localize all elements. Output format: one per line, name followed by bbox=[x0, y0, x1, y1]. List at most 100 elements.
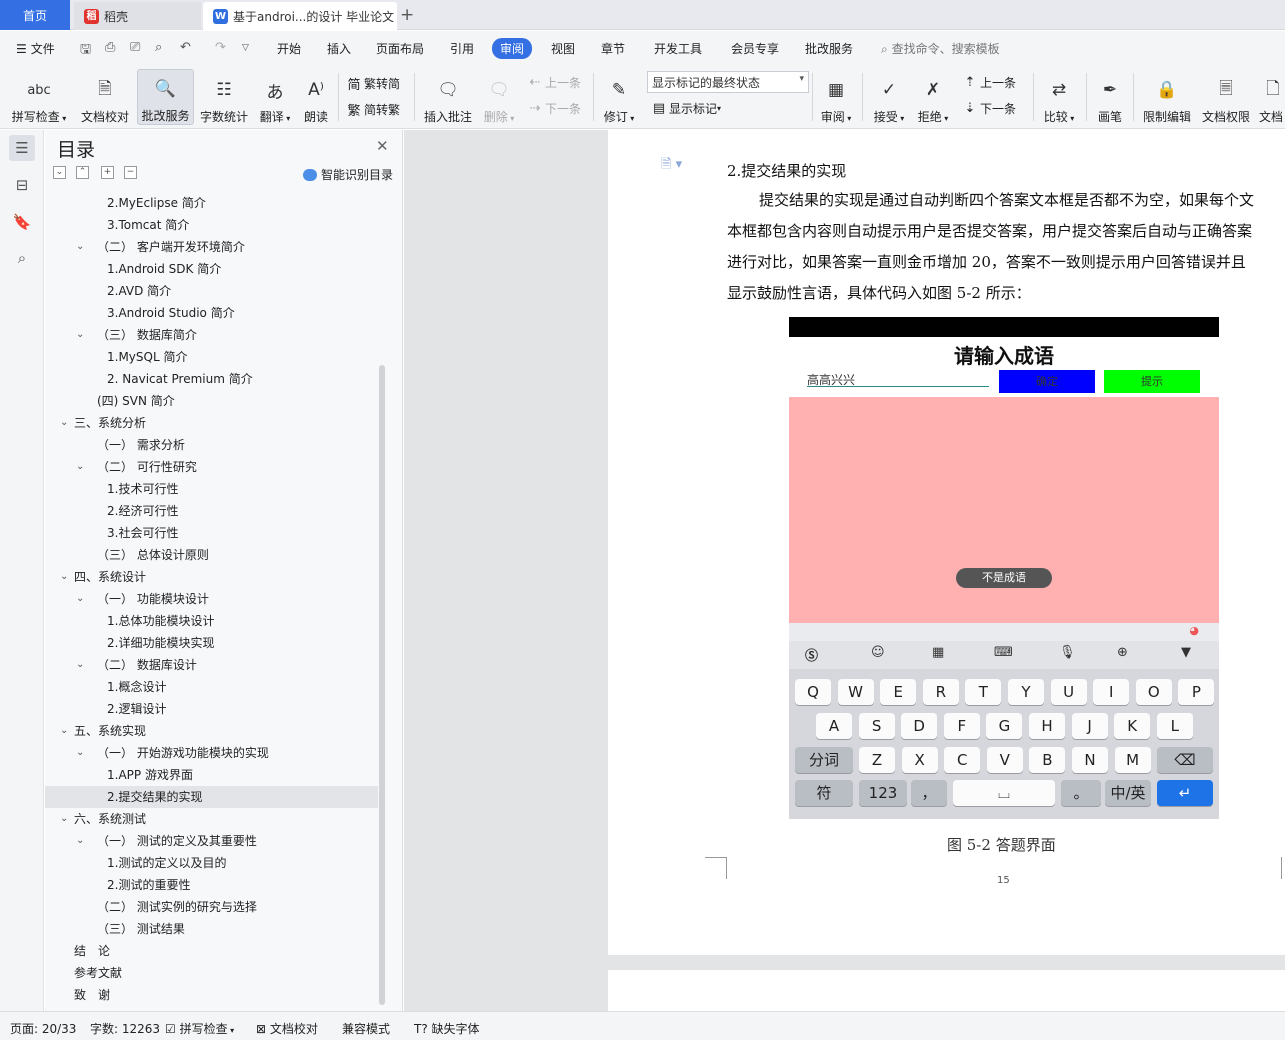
word-count-button[interactable]: ☷ 字数统计 bbox=[197, 69, 251, 125]
toc-item[interactable]: ⌄ （二） 数据库设计 bbox=[45, 654, 378, 676]
chevron-down-icon[interactable]: ⌄ bbox=[76, 236, 84, 258]
toc-item[interactable]: （三） 测试结果 bbox=[45, 918, 378, 940]
chevron-down-icon[interactable]: ⌄ bbox=[76, 588, 84, 610]
toc-item[interactable]: 3.社会可行性 bbox=[45, 522, 378, 544]
toc-item[interactable]: 致 谢 bbox=[45, 984, 378, 1006]
menu-review[interactable]: 审阅 bbox=[492, 38, 533, 59]
chapter-nav-icon[interactable]: ⊟ bbox=[9, 172, 35, 198]
chevron-down-icon[interactable]: ⌄ bbox=[60, 720, 68, 742]
next-change-button[interactable]: ⇣ 下一条 bbox=[962, 100, 1016, 117]
toc-item[interactable]: 2.测试的重要性 bbox=[45, 874, 378, 896]
toc-item[interactable]: 1.APP 游戏界面 bbox=[45, 764, 378, 786]
toc-item[interactable]: ⌄ （一） 测试的定义及其重要性 bbox=[45, 830, 378, 852]
tab-document[interactable]: W 基于androi...的设计 毕业论文 bbox=[203, 2, 397, 30]
doc-check-button[interactable]: 🗎 文档校对 bbox=[76, 69, 134, 125]
spell-check-status[interactable]: ☑ 拼写检查 ▾ bbox=[165, 1020, 234, 1037]
prev-comment-button[interactable]: ⇠ 上一条 bbox=[527, 74, 581, 91]
close-icon[interactable]: ✕ bbox=[376, 137, 389, 155]
toc-item[interactable]: ⌄ 四、系统设计 bbox=[45, 566, 378, 588]
menu-developer[interactable]: 开发工具 bbox=[654, 40, 702, 57]
toc-item[interactable]: 1.Android SDK 简介 bbox=[45, 258, 378, 280]
toc-item[interactable]: （一） 需求分析 bbox=[45, 434, 378, 456]
toc-panel-icon[interactable]: ☰ bbox=[9, 135, 35, 161]
toc-item[interactable]: (四) SVN 简介 bbox=[45, 390, 378, 412]
review-service-button[interactable]: 🔍 批改服务 bbox=[137, 69, 194, 125]
toc-item[interactable]: 2.MyEclipse 简介 bbox=[45, 192, 378, 214]
smart-toc-button[interactable]: 智能识别目录 bbox=[303, 166, 393, 183]
menu-review-service[interactable]: 批改服务 bbox=[805, 40, 853, 57]
next-comment-button[interactable]: ⇢ 下一条 bbox=[527, 100, 581, 117]
delete-comment-button[interactable]: 🗨 删除 ▾ bbox=[480, 69, 518, 125]
toc-item[interactable]: 2.详细功能模块实现 bbox=[45, 632, 378, 654]
menu-member[interactable]: 会员专享 bbox=[731, 40, 779, 57]
markup-state-select[interactable]: 显示标记的最终状态 ▾ bbox=[647, 71, 809, 93]
toc-item[interactable]: ⌄ （一） 开始游戏功能模块的实现 bbox=[45, 742, 378, 764]
restrict-edit-button[interactable]: 🔒 限制编辑 bbox=[1140, 69, 1194, 125]
toc-item[interactable]: 2.AVD 简介 bbox=[45, 280, 378, 302]
doc-outline-icon[interactable]: 🗎 ▾ bbox=[661, 155, 682, 177]
toc-item[interactable]: （三） 总体设计原则 bbox=[45, 544, 378, 566]
track-changes-button[interactable]: ✎ 修订 ▾ bbox=[600, 69, 638, 125]
accept-button[interactable]: ✓ 接受 ▾ bbox=[870, 69, 908, 125]
word-count-indicator[interactable]: 字数: 12263 bbox=[90, 1020, 160, 1037]
tab-home[interactable]: 首页 bbox=[0, 0, 70, 30]
expand-level-icon[interactable]: ⌃ bbox=[76, 166, 89, 179]
chevron-down-icon[interactable]: ⌄ bbox=[76, 830, 84, 852]
toc-item[interactable]: 2.逻辑设计 bbox=[45, 698, 378, 720]
command-search[interactable]: ⌕ 查找命令、搜索模板 bbox=[881, 40, 1000, 57]
menu-insert[interactable]: 插入 bbox=[327, 40, 351, 57]
chevron-down-icon[interactable]: ⌄ bbox=[76, 742, 84, 764]
chevron-down-icon[interactable]: ⌄ bbox=[60, 412, 68, 434]
undo-icon[interactable]: ↶ bbox=[180, 40, 191, 55]
toc-item[interactable]: ⌄ 五、系统实现 bbox=[45, 720, 378, 742]
toc-item[interactable]: 2.提交结果的实现 bbox=[45, 786, 378, 808]
menu-file[interactable]: ☰ 文件 bbox=[16, 40, 55, 57]
chevron-down-icon[interactable]: ⌄ bbox=[76, 456, 84, 478]
insert-comment-button[interactable]: 🗨 插入批注 bbox=[420, 69, 476, 125]
toc-item[interactable]: 结 论 bbox=[45, 940, 378, 962]
print-preview-icon[interactable]: ⌕ bbox=[155, 40, 162, 55]
toc-scrollbar[interactable] bbox=[379, 365, 385, 1005]
menu-start[interactable]: 开始 bbox=[277, 40, 301, 57]
toc-item[interactable]: ⌄ 三、系统分析 bbox=[45, 412, 378, 434]
document-next-page[interactable] bbox=[608, 970, 1285, 1011]
toc-item[interactable]: 1.总体功能模块设计 bbox=[45, 610, 378, 632]
toc-item[interactable]: ⌄ （二） 可行性研究 bbox=[45, 456, 378, 478]
print-icon[interactable]: ⎚ bbox=[130, 40, 140, 55]
collapse-all-icon[interactable]: ⌄ bbox=[53, 166, 66, 179]
doc-check-status[interactable]: ⊠ 文档校对 bbox=[256, 1020, 318, 1037]
export-pdf-icon[interactable]: ⎙ bbox=[105, 40, 115, 55]
toc-item[interactable]: ⌄ 六、系统测试 bbox=[45, 808, 378, 830]
toc-item[interactable]: 2. Navicat Premium 简介 bbox=[45, 368, 378, 390]
chevron-down-icon[interactable]: ⌄ bbox=[76, 324, 84, 346]
pen-button[interactable]: ✒ 画笔 bbox=[1093, 69, 1127, 125]
simp-to-trad-button[interactable]: 繁简转繁 bbox=[346, 100, 400, 119]
toc-item[interactable]: 3.Tomcat 简介 bbox=[45, 214, 378, 236]
menu-chapter[interactable]: 章节 bbox=[601, 40, 625, 57]
show-markup-button[interactable]: ▤ 显示标记 ▾ bbox=[651, 100, 721, 117]
reject-button[interactable]: ✗ 拒绝 ▾ bbox=[914, 69, 952, 125]
review-pane-button[interactable]: ▦ 审阅 ▾ bbox=[818, 69, 854, 125]
toc-item[interactable]: 3.Android Studio 简介 bbox=[45, 302, 378, 324]
prev-change-button[interactable]: ⇡ 上一条 bbox=[962, 74, 1016, 91]
chevron-down-icon[interactable]: ⌄ bbox=[76, 654, 84, 676]
toc-item[interactable]: 1.MySQL 简介 bbox=[45, 346, 378, 368]
compare-button[interactable]: ⇄ 比较 ▾ bbox=[1040, 69, 1078, 125]
menu-page-layout[interactable]: 页面布局 bbox=[376, 40, 424, 57]
remove-heading-icon[interactable]: − bbox=[124, 166, 137, 179]
toc-item[interactable]: 1.测试的定义以及目的 bbox=[45, 852, 378, 874]
toc-item[interactable]: ⌄ （二） 客户端开发环境简介 bbox=[45, 236, 378, 258]
redo-icon[interactable]: ↷ bbox=[215, 40, 226, 55]
spell-check-button[interactable]: abc 拼写检查 ▾ bbox=[8, 69, 70, 125]
translate-button[interactable]: あ 翻译 ▾ bbox=[256, 69, 294, 125]
doc-more-button[interactable]: 🗋 文档 bbox=[1259, 69, 1285, 125]
quick-access-more-icon[interactable]: ▽ bbox=[242, 43, 249, 53]
toc-item[interactable]: 参考文献 bbox=[45, 962, 378, 984]
toc-item[interactable]: 1.技术可行性 bbox=[45, 478, 378, 500]
page-indicator[interactable]: 页面: 20/33 bbox=[10, 1020, 76, 1037]
doc-permission-button[interactable]: 🗏 文档权限 bbox=[1199, 69, 1253, 125]
save-icon[interactable]: 🖫 bbox=[80, 40, 91, 62]
chevron-down-icon[interactable]: ⌄ bbox=[60, 808, 68, 830]
search-panel-icon[interactable]: ⌕ bbox=[9, 245, 35, 271]
menu-view[interactable]: 视图 bbox=[551, 40, 575, 57]
